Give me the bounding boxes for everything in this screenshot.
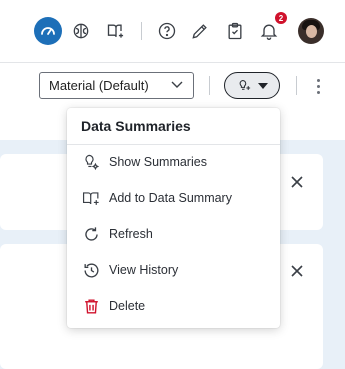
trash-icon: [81, 296, 101, 316]
book-sparkle-icon: [107, 24, 124, 38]
menu-title: Data Summaries: [81, 118, 191, 134]
close-icon[interactable]: [290, 175, 304, 189]
menu-item-show-summaries[interactable]: Show Summaries: [67, 144, 280, 180]
notification-badge: 2: [275, 12, 287, 24]
help-icon: [158, 22, 176, 40]
avatar[interactable]: [298, 18, 324, 44]
summary-sparkle-icon: [81, 152, 101, 172]
menu-item-label: View History: [109, 263, 179, 277]
top-bar: 2: [0, 0, 345, 63]
book-sparkle-button[interactable]: [103, 18, 129, 44]
menu-item-label: Show Summaries: [109, 155, 207, 169]
close-icon[interactable]: [290, 264, 304, 278]
pencil-icon: [192, 24, 207, 39]
dashboard-icon: [41, 27, 55, 35]
menu-item-refresh[interactable]: Refresh: [67, 216, 280, 252]
toolbar-divider: [141, 22, 142, 40]
caret-down-icon: [257, 82, 268, 89]
menu-item-label: Refresh: [109, 227, 153, 241]
summary-sparkle-icon: [239, 79, 250, 90]
tasks-button[interactable]: [222, 18, 248, 44]
data-summaries-button[interactable]: [224, 72, 280, 99]
theme-select-value: Material (Default): [49, 78, 149, 93]
menu-item-delete[interactable]: Delete: [67, 288, 280, 324]
clipboard-check-icon: [228, 22, 242, 40]
refresh-icon: [81, 224, 101, 244]
history-icon: [81, 260, 101, 280]
edit-button[interactable]: [187, 18, 213, 44]
dashboard-button[interactable]: [34, 17, 62, 45]
brain-button[interactable]: [68, 18, 94, 44]
toolbar-divider: [296, 76, 297, 95]
data-summaries-menu: Data Summaries Show Summaries Add to Dat…: [67, 108, 280, 328]
chevron-down-icon: [171, 81, 183, 88]
menu-item-add-to-data-summary[interactable]: Add to Data Summary: [67, 180, 280, 216]
toolbar-divider: [209, 76, 210, 95]
more-options-button[interactable]: [312, 75, 324, 97]
brain-icon: [73, 23, 89, 39]
help-button[interactable]: [154, 18, 180, 44]
menu-item-view-history[interactable]: View History: [67, 252, 280, 288]
menu-item-label: Add to Data Summary: [109, 191, 232, 205]
book-add-icon: [81, 188, 101, 208]
bell-icon: [260, 24, 278, 40]
menu-item-label: Delete: [109, 299, 146, 313]
theme-select[interactable]: Material (Default): [39, 72, 194, 99]
